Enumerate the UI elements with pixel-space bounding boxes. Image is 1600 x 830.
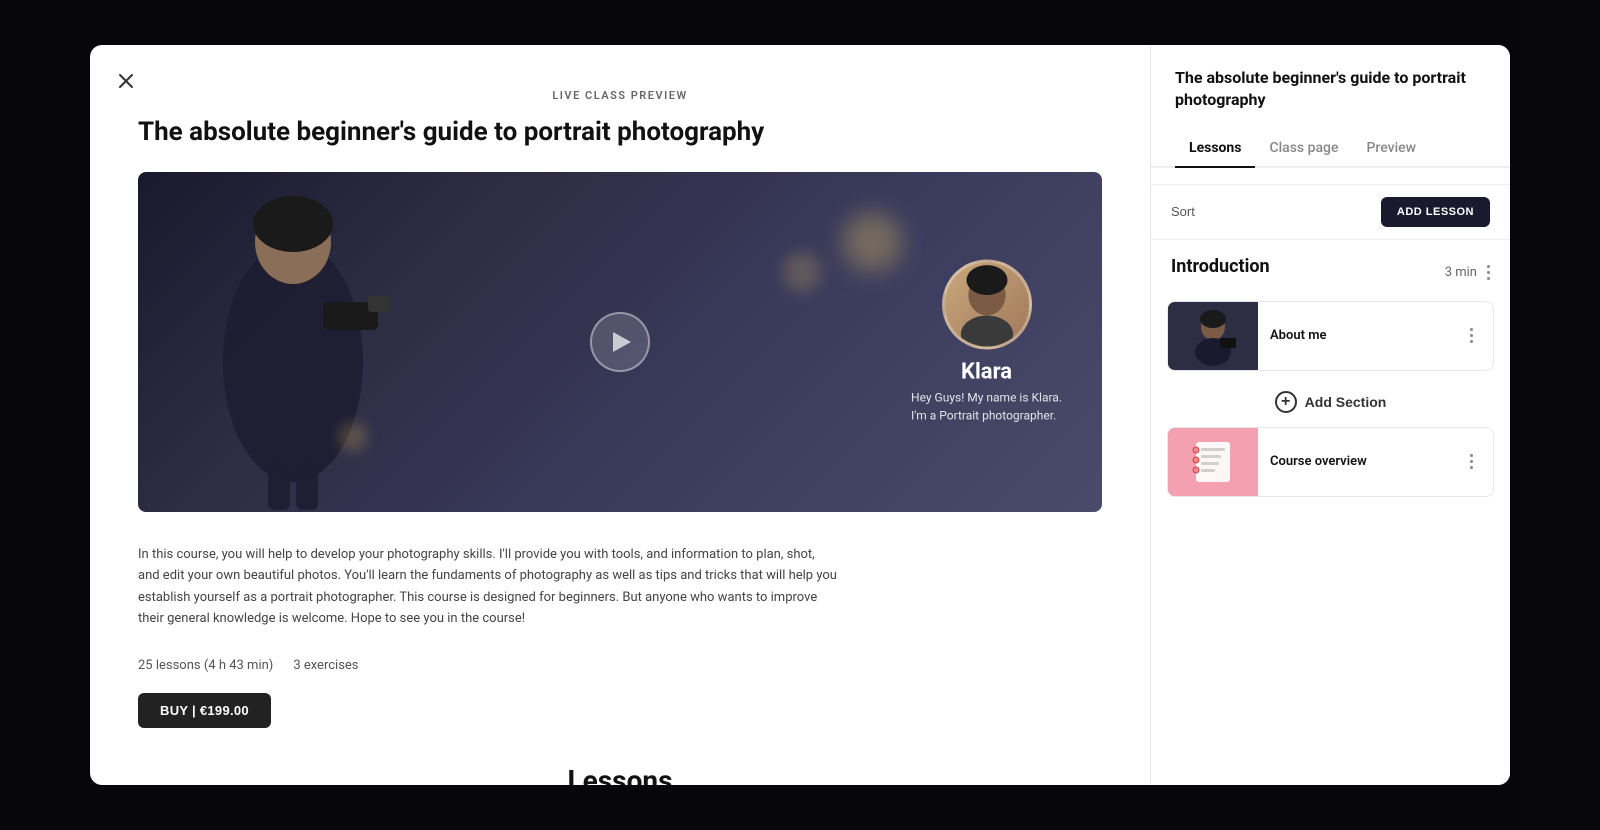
- dot-1: [1487, 265, 1490, 268]
- bokeh-light-1: [842, 212, 902, 272]
- lessons-count: 25 lessons (4 h 43 min): [138, 658, 273, 673]
- right-toolbar: Sort ADD LESSON: [1151, 185, 1510, 240]
- section-header: Introduction 3 min: [1167, 256, 1494, 289]
- lessons-heading: Lessons: [138, 764, 1102, 785]
- lesson-thumb-about-me: [1168, 302, 1258, 370]
- right-panel: The absolute beginner's guide to portrai…: [1150, 45, 1510, 785]
- live-badge: LIVE CLASS PREVIEW: [138, 89, 1102, 102]
- left-panel: LIVE CLASS PREVIEW The absolute beginner…: [90, 45, 1150, 785]
- modal-overlay: LIVE CLASS PREVIEW The absolute beginner…: [0, 0, 1600, 830]
- dot-3: [1487, 277, 1490, 280]
- modal-container: LIVE CLASS PREVIEW The absolute beginner…: [90, 45, 1510, 785]
- dot-2: [1487, 271, 1490, 274]
- section-title: Introduction: [1167, 256, 1270, 277]
- bokeh-light-2: [782, 252, 822, 292]
- instructor-bio: Hey Guys! My name is Klara. I'm a Portra…: [911, 388, 1062, 424]
- hero-image: Klara Hey Guys! My name is Klara. I'm a …: [138, 172, 1102, 512]
- avatar-image: [945, 259, 1029, 346]
- instructor-name: Klara: [961, 359, 1012, 384]
- right-panel-title: The absolute beginner's guide to portrai…: [1175, 67, 1486, 112]
- course-meta: 25 lessons (4 h 43 min) 3 exercises: [138, 658, 1102, 673]
- thumb-image-course-overview: [1168, 428, 1258, 496]
- tab-class-page[interactable]: Class page: [1255, 130, 1352, 168]
- sort-button[interactable]: Sort: [1171, 204, 1195, 219]
- bokeh-light-3: [338, 422, 368, 452]
- add-section-button[interactable]: + Add Section: [1275, 391, 1387, 413]
- instructor-avatar: [942, 259, 1032, 349]
- section-duration-row: 3 min: [1445, 261, 1494, 284]
- thumb-image-about-me: [1168, 302, 1258, 370]
- tab-preview[interactable]: Preview: [1352, 130, 1430, 168]
- instructor-card: Klara Hey Guys! My name is Klara. I'm a …: [911, 259, 1062, 424]
- lesson-title-course-overview: Course overview: [1258, 454, 1457, 469]
- tab-lessons[interactable]: Lessons: [1175, 130, 1255, 168]
- plus-circle-icon: +: [1275, 391, 1297, 413]
- lesson-card-about-me: About me: [1167, 301, 1494, 371]
- lesson-more-button-about-me[interactable]: [1457, 322, 1485, 350]
- lesson-thumb-course-overview: [1168, 428, 1258, 496]
- close-button[interactable]: [110, 65, 142, 97]
- right-tabs: Lessons Class page Preview: [1151, 130, 1510, 168]
- course-description: In this course, you will help to develop…: [138, 544, 838, 630]
- play-button[interactable]: [590, 312, 650, 372]
- buy-button[interactable]: BUY | €199.00: [138, 693, 271, 728]
- section-more-button[interactable]: [1483, 261, 1494, 284]
- section-duration: 3 min: [1445, 265, 1477, 280]
- course-title-left: The absolute beginner's guide to portrai…: [138, 116, 1102, 150]
- add-section-row: + Add Section: [1167, 381, 1494, 427]
- add-section-label: Add Section: [1305, 394, 1387, 410]
- lesson-card-course-overview: Course overview: [1167, 427, 1494, 497]
- lesson-title-about-me: About me: [1258, 328, 1457, 343]
- play-icon: [613, 332, 631, 352]
- exercises-count: 3 exercises: [293, 658, 358, 673]
- right-header: The absolute beginner's guide to portrai…: [1151, 45, 1510, 185]
- right-content: Introduction 3 min: [1151, 240, 1510, 785]
- photographer-silhouette: [168, 182, 418, 512]
- add-lesson-button[interactable]: ADD LESSON: [1381, 197, 1490, 227]
- lesson-more-button-course-overview[interactable]: [1457, 448, 1485, 476]
